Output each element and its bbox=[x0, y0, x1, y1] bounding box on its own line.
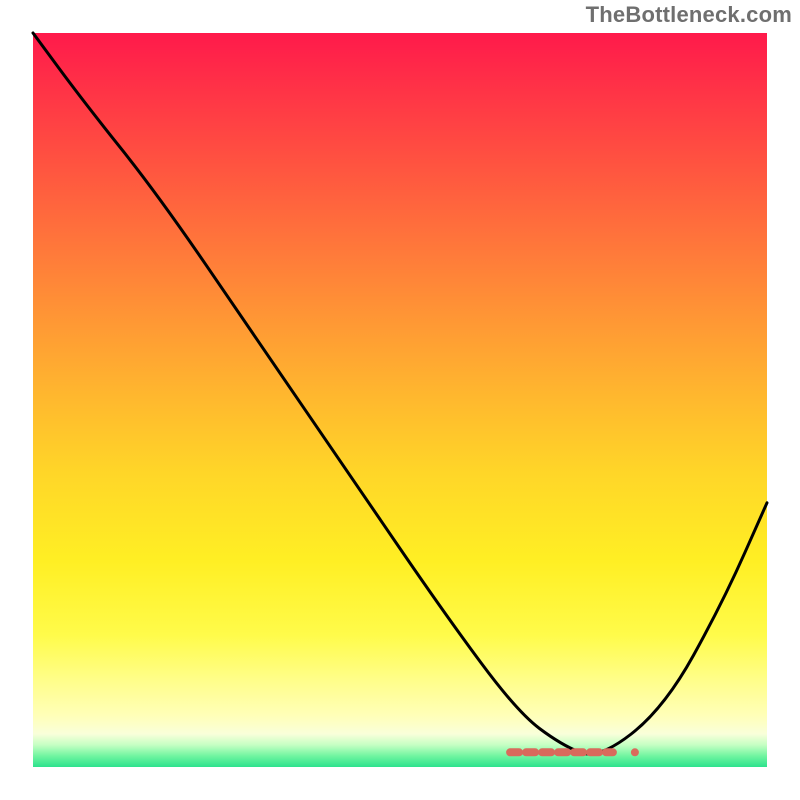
bottleneck-curve bbox=[33, 33, 767, 754]
watermark-text: TheBottleneck.com bbox=[586, 2, 792, 28]
chart-svg bbox=[33, 33, 767, 767]
optimal-marker-dot bbox=[631, 748, 639, 756]
chart-container: TheBottleneck.com bbox=[0, 0, 800, 800]
plot-area bbox=[33, 33, 767, 767]
